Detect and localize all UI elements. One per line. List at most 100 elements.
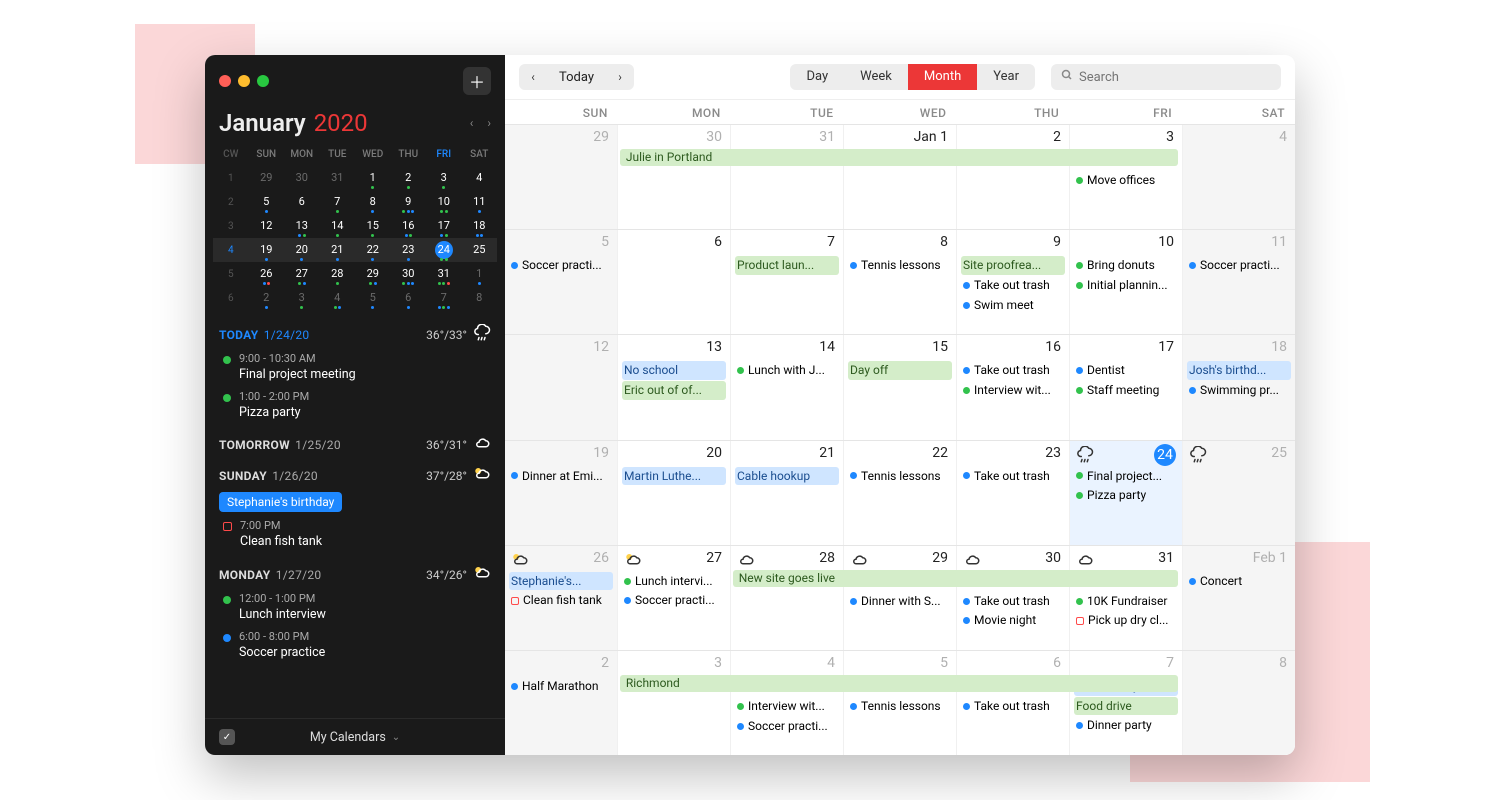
grid-event[interactable]: 10K Fundraiser — [1074, 592, 1178, 611]
mini-day-cell[interactable]: 28 — [320, 262, 356, 286]
mini-day-cell[interactable]: 23 — [391, 238, 427, 262]
grid-day-cell[interactable]: 21Cable hookup — [731, 441, 844, 545]
search-field[interactable] — [1051, 64, 1281, 90]
grid-event[interactable]: Dentist — [1074, 361, 1178, 380]
agenda-allday-event[interactable]: Stephanie's birthday — [219, 492, 342, 512]
grid-event[interactable]: Move offices — [1074, 171, 1178, 190]
mini-day-cell[interactable]: 11 — [462, 190, 498, 214]
grid-day-cell[interactable]: 4Interview wit...Soccer practi... — [731, 651, 844, 755]
grid-allday-event[interactable]: Eric out of of... — [622, 381, 726, 400]
mini-prev-button[interactable]: ‹ — [470, 116, 474, 130]
search-input[interactable] — [1079, 70, 1271, 85]
close-window-button[interactable] — [219, 75, 231, 87]
multiday-event-band[interactable]: Julie in Portland — [620, 149, 1178, 166]
grid-day-cell[interactable]: 6Take out trash — [957, 651, 1070, 755]
mini-day-cell[interactable]: 5 — [249, 190, 285, 214]
grid-day-cell[interactable]: 18Josh's birthd...Swimming pr... — [1183, 335, 1295, 439]
grid-event[interactable]: Initial plannin... — [1074, 276, 1178, 295]
grid-event[interactable]: Dinner party — [1074, 716, 1178, 735]
mini-day-cell[interactable]: 2 — [391, 166, 427, 190]
minimize-window-button[interactable] — [238, 75, 250, 87]
grid-event[interactable]: Take out trash — [961, 467, 1065, 486]
mini-day-cell[interactable]: 7 — [426, 286, 462, 310]
grid-event[interactable]: Concert — [1187, 572, 1291, 591]
grid-day-cell[interactable]: 26Stephanie's...Clean fish tank — [505, 546, 618, 650]
grid-day-cell[interactable]: 7AnniversaryFood driveDinner party — [1070, 651, 1183, 755]
grid-day-cell[interactable]: 2 — [957, 125, 1070, 229]
grid-day-cell[interactable]: 11Soccer practi... — [1183, 230, 1295, 334]
grid-allday-event[interactable]: Stephanie's... — [509, 572, 613, 591]
mini-day-cell[interactable]: 16 — [391, 214, 427, 238]
grid-event[interactable]: Take out trash — [961, 592, 1065, 611]
grid-day-cell[interactable]: 14Lunch with J... — [731, 335, 844, 439]
mini-day-cell[interactable]: 25 — [462, 238, 498, 262]
grid-task[interactable]: Clean fish tank — [509, 591, 613, 610]
grid-day-cell[interactable]: 2Half Marathon — [505, 651, 618, 755]
mini-day-cell[interactable]: 15 — [355, 214, 391, 238]
grid-event[interactable]: Tennis lessons — [848, 697, 952, 716]
grid-day-cell[interactable]: 29 — [505, 125, 618, 229]
grid-event[interactable]: Pizza party — [1074, 486, 1178, 505]
mini-day-cell[interactable]: 6 — [284, 190, 320, 214]
grid-day-cell[interactable]: Jan 1 — [844, 125, 957, 229]
grid-day-cell[interactable]: 20Martin Luthe... — [618, 441, 731, 545]
grid-day-cell[interactable]: 19Dinner at Emi... — [505, 441, 618, 545]
mini-day-cell[interactable]: 30 — [284, 166, 320, 190]
grid-event[interactable]: Soccer practi... — [1187, 256, 1291, 275]
grid-day-cell[interactable]: 27Lunch intervi...Soccer practi... — [618, 546, 731, 650]
grid-event[interactable]: Soccer practi... — [622, 591, 726, 610]
grid-day-cell[interactable]: 5Soccer practi... — [505, 230, 618, 334]
mini-day-cell[interactable]: 9 — [391, 190, 427, 214]
next-period-button[interactable]: › — [606, 64, 634, 90]
mini-day-cell[interactable]: 3 — [426, 166, 462, 190]
grid-day-cell[interactable]: 30Take out trashMovie night — [957, 546, 1070, 650]
agenda-event[interactable]: 6:00 - 8:00 PMSoccer practice — [219, 627, 491, 665]
mini-day-cell[interactable]: 2 — [249, 286, 285, 310]
grid-event[interactable]: Dinner with S... — [848, 592, 952, 611]
view-year-button[interactable]: Year — [977, 64, 1035, 90]
grid-day-cell[interactable]: 23Take out trash — [957, 441, 1070, 545]
grid-event[interactable]: Dinner at Emi... — [509, 467, 613, 486]
grid-allday-event[interactable]: Martin Luthe... — [622, 467, 726, 486]
grid-event[interactable]: Take out trash — [961, 697, 1065, 716]
multiday-event-band[interactable]: New site goes live — [733, 570, 1178, 587]
mini-day-cell[interactable]: 31 — [426, 262, 462, 286]
grid-allday-event[interactable]: Product laun... — [735, 256, 839, 275]
mini-day-cell[interactable]: 4 — [320, 286, 356, 310]
grid-event[interactable]: Soccer practi... — [735, 717, 839, 736]
grid-day-cell[interactable]: 15Day off — [844, 335, 957, 439]
mini-day-cell[interactable]: 21 — [320, 238, 356, 262]
grid-event[interactable]: Bring donuts — [1074, 256, 1178, 275]
grid-day-cell[interactable]: 28 — [731, 546, 844, 650]
mini-day-cell[interactable]: 7 — [320, 190, 356, 214]
mini-day-cell[interactable]: 12 — [249, 214, 285, 238]
grid-day-cell[interactable]: 22Tennis lessons — [844, 441, 957, 545]
grid-event[interactable]: Lunch with J... — [735, 361, 839, 380]
grid-event[interactable]: Lunch intervi... — [622, 572, 726, 591]
grid-event[interactable]: Tennis lessons — [848, 256, 952, 275]
multiday-event-band[interactable]: Richmond — [620, 675, 1178, 692]
grid-allday-event[interactable]: Cable hookup — [735, 467, 839, 486]
mini-day-cell[interactable]: 29 — [355, 262, 391, 286]
mini-day-cell[interactable]: 3 — [284, 286, 320, 310]
grid-day-cell[interactable]: 31 — [731, 125, 844, 229]
mini-next-button[interactable]: › — [487, 116, 491, 130]
grid-day-cell[interactable]: 3 — [618, 651, 731, 755]
mini-day-cell[interactable]: 18 — [462, 214, 498, 238]
add-event-button[interactable]: ＋ — [463, 67, 491, 95]
agenda-event[interactable]: 7:00 PMClean fish tank — [219, 516, 491, 554]
my-calendars-dropdown[interactable]: My Calendars ⌄ — [310, 730, 400, 745]
view-week-button[interactable]: Week — [844, 64, 908, 90]
mini-day-cell[interactable]: 5 — [355, 286, 391, 310]
mini-day-cell[interactable]: 1 — [462, 262, 498, 286]
mini-day-cell[interactable]: 10 — [426, 190, 462, 214]
mini-day-cell[interactable]: 8 — [355, 190, 391, 214]
agenda-event[interactable]: 9:00 - 10:30 AMFinal project meeting — [219, 349, 491, 387]
grid-day-cell[interactable]: 3110K FundraiserPick up dry cl... — [1070, 546, 1183, 650]
grid-day-cell[interactable]: 8Tennis lessons — [844, 230, 957, 334]
grid-day-cell[interactable]: 17DentistStaff meeting — [1070, 335, 1183, 439]
grid-allday-event[interactable]: Food drive — [1074, 697, 1178, 716]
grid-event[interactable]: Interview wit... — [735, 697, 839, 716]
grid-day-cell[interactable]: 29Dinner with S... — [844, 546, 957, 650]
grid-event[interactable]: Half Marathon — [509, 677, 613, 696]
